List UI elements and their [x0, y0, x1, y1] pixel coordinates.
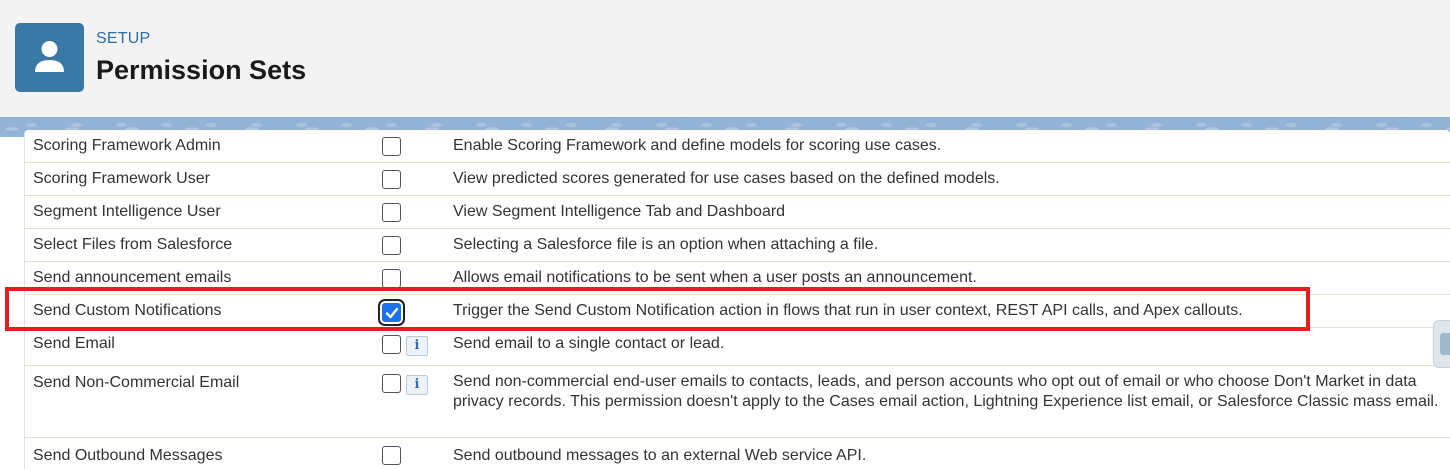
table-row: Scoring Framework User View predicted sc…	[25, 163, 1450, 196]
permission-description: Allows email notifications to be sent wh…	[453, 269, 977, 286]
permission-name: Scoring Framework Admin	[33, 137, 221, 154]
permission-description: Send email to a single contact or lead.	[453, 335, 725, 352]
permission-checkbox[interactable]	[382, 137, 401, 156]
permissions-table: Scoring Framework Admin Enable Scoring F…	[24, 130, 1450, 469]
permission-name: Segment Intelligence User	[33, 203, 221, 220]
permission-checkbox[interactable]	[382, 170, 401, 189]
permission-name: Send Outbound Messages	[33, 447, 223, 464]
table-row: Send announcement emails Allows email no…	[25, 262, 1450, 295]
permission-description: Trigger the Send Custom Notification act…	[453, 302, 1243, 319]
permission-description: View Segment Intelligence Tab and Dashbo…	[453, 203, 786, 220]
permission-checkbox[interactable]	[382, 203, 401, 222]
info-icon[interactable]: i	[406, 336, 428, 356]
permission-checkbox-checked[interactable]	[382, 303, 401, 322]
permission-checkbox[interactable]	[382, 374, 401, 393]
permission-name: Select Files from Salesforce	[33, 236, 233, 253]
permission-description: Send non-commercial end-user emails to c…	[453, 373, 1439, 410]
table-row-selected: Send Custom Notifications Trigger the Se…	[25, 295, 1450, 328]
permission-name: Send Email	[33, 335, 115, 352]
user-icon	[15, 23, 84, 92]
table-row: Segment Intelligence User View Segment I…	[25, 196, 1450, 229]
side-panel-handle[interactable]	[1433, 320, 1450, 368]
page-title: Permission Sets	[96, 55, 307, 85]
permission-name: Send announcement emails	[33, 269, 232, 286]
permission-checkbox[interactable]	[382, 446, 401, 465]
page-header: SETUP Permission Sets	[0, 0, 1450, 117]
permission-checkbox[interactable]	[382, 335, 401, 354]
permission-checkbox[interactable]	[382, 269, 401, 288]
permission-description: Enable Scoring Framework and define mode…	[453, 137, 942, 154]
permission-description: View predicted scores generated for use …	[453, 170, 1000, 187]
table-row: Select Files from Salesforce Selecting a…	[25, 229, 1450, 262]
handle-icon	[1440, 333, 1450, 355]
checkmark-icon	[385, 307, 399, 319]
permission-description: Send outbound messages to an external We…	[453, 447, 867, 464]
table-row: Send Non-Commercial Email i Send non-com…	[25, 366, 1450, 438]
table-row: Scoring Framework Admin Enable Scoring F…	[25, 130, 1450, 163]
setup-label: SETUP	[96, 30, 151, 47]
info-icon[interactable]: i	[406, 375, 428, 395]
table-row: Send Outbound Messages Send outbound mes…	[25, 438, 1450, 469]
permission-checkbox[interactable]	[382, 236, 401, 255]
permission-name: Scoring Framework User	[33, 170, 210, 187]
permission-name: Send Non-Commercial Email	[33, 374, 240, 391]
permission-description: Selecting a Salesforce file is an option…	[453, 236, 879, 253]
permission-name: Send Custom Notifications	[33, 302, 222, 319]
table-row: Send Email i Send email to a single cont…	[25, 328, 1450, 366]
